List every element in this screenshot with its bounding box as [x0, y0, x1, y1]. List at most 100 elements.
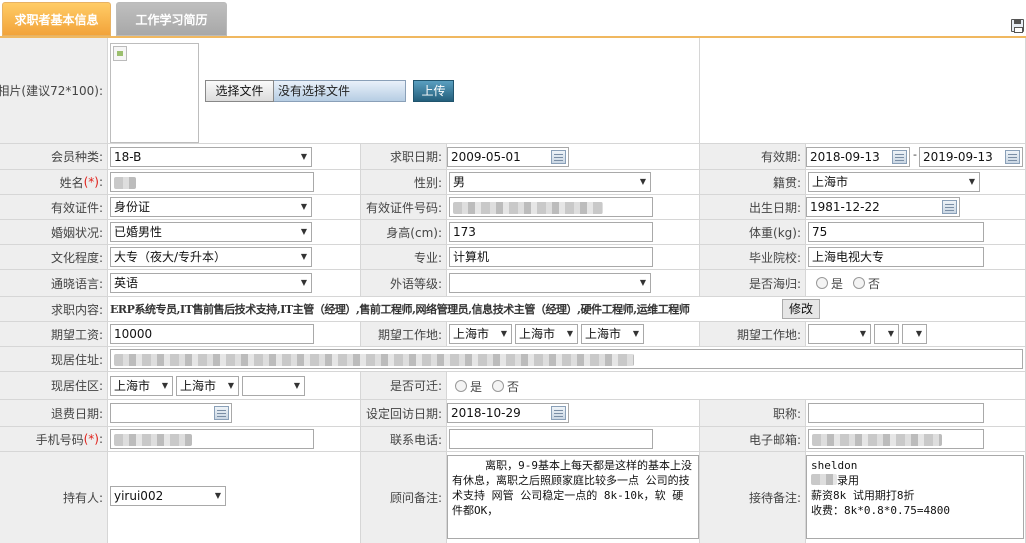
- relocate-yes-label: 是: [470, 379, 483, 394]
- expected-salary-input[interactable]: 10000: [110, 324, 314, 344]
- district-province-select[interactable]: 上海市: [110, 376, 173, 396]
- calendar-icon[interactable]: [551, 150, 566, 164]
- holder-select[interactable]: yirui002: [110, 486, 226, 506]
- calendar-icon[interactable]: [1005, 150, 1020, 164]
- expected-location-district-select[interactable]: 上海市: [581, 324, 644, 344]
- name-input[interactable]: [110, 172, 314, 192]
- weight-input[interactable]: 75: [808, 222, 984, 242]
- redacted-value: [453, 202, 603, 214]
- expected-location-city-select[interactable]: 上海市: [515, 324, 578, 344]
- profile-form: 相片(建议72*100): 选择文件 没有选择文件 上传 会员种类: 18-B …: [0, 36, 1026, 543]
- reception-note-textarea[interactable]: sheldon 录用 薪资8k 试用期打8折 收费：8k*0.8*0.75=48…: [806, 455, 1024, 539]
- value-cell: [108, 427, 361, 452]
- upload-button[interactable]: 上传: [413, 80, 454, 102]
- language-label: 通晓语言:: [50, 276, 103, 291]
- expected-location-2-city-select[interactable]: [874, 324, 899, 344]
- label-cell: 有效证件号码:: [361, 195, 447, 220]
- label-cell: 婚姻状况:: [0, 220, 108, 245]
- email-input[interactable]: [808, 429, 984, 449]
- value-cell: 18-B: [108, 144, 361, 170]
- returnee-no-label: 否: [868, 276, 881, 291]
- job-title-input[interactable]: [808, 403, 984, 423]
- valid-from-input[interactable]: 2018-09-13: [806, 147, 910, 167]
- returnee-yes-radio[interactable]: 是: [816, 274, 843, 292]
- value-cell: 2009-05-01: [447, 144, 700, 170]
- redacted-value: [811, 474, 837, 485]
- district-city-select[interactable]: 上海市: [176, 376, 239, 396]
- birth-date-input[interactable]: 1981-12-22: [806, 197, 960, 217]
- major-input[interactable]: 计算机: [449, 247, 653, 267]
- label-cell: 有效证件:: [0, 195, 108, 220]
- mobile-input[interactable]: [110, 429, 314, 449]
- value-cell: 离职，9-9基本上每天都是这样的基本上没有休息，离职之后照顾家庭比较多一点 公司…: [447, 452, 700, 543]
- label-cell: 是否海归:: [700, 270, 806, 297]
- radio-icon: [492, 380, 504, 392]
- consultant-note-textarea[interactable]: 离职，9-9基本上每天都是这样的基本上没有休息，离职之后照顾家庭比较多一点 公司…: [447, 455, 699, 539]
- value-cell: 2018-09-13 - 2019-09-13: [806, 144, 1026, 170]
- value-cell: [806, 400, 1026, 427]
- education-select[interactable]: 大专（夜大/专升本）: [110, 247, 312, 267]
- label-cell: 电子邮箱:: [700, 427, 806, 452]
- height-label: 身高(cm):: [386, 225, 442, 240]
- id-number-input[interactable]: [449, 197, 653, 217]
- expected-location-province-select[interactable]: 上海市: [449, 324, 512, 344]
- callback-date-input[interactable]: 2018-10-29: [447, 403, 569, 423]
- photo-preview: [110, 43, 199, 143]
- returnee-label: 是否海归:: [748, 276, 801, 291]
- label-cell: 专业:: [361, 245, 447, 270]
- relocate-yes-radio[interactable]: 是: [455, 377, 482, 395]
- value-cell: [806, 322, 1026, 347]
- reception-line-2-text: 录用: [837, 474, 859, 487]
- value-cell: [447, 270, 700, 297]
- no-file-text: 没有选择文件: [274, 80, 406, 102]
- marital-label: 婚姻状况:: [50, 225, 103, 240]
- required-mark: (*): [83, 432, 99, 446]
- value-cell: [108, 347, 1026, 372]
- expected-location-2-district-select[interactable]: [902, 324, 927, 344]
- value-cell: 是 否: [806, 270, 1026, 297]
- photo-cell: 选择文件 没有选择文件 上传: [108, 38, 700, 144]
- id-number-label: 有效证件号码:: [365, 200, 442, 215]
- modify-button[interactable]: 修改: [782, 299, 820, 319]
- marital-select[interactable]: 已婚男性: [110, 222, 312, 242]
- school-input[interactable]: 上海电视大专: [808, 247, 984, 267]
- district-area-select[interactable]: [242, 376, 305, 396]
- value-cell: 计算机: [447, 245, 700, 270]
- tab-bar: 求职者基本信息 工作学习简历: [0, 0, 1026, 36]
- foreign-level-select[interactable]: [449, 273, 651, 293]
- value-cell: 男: [447, 170, 700, 195]
- label-cell: 文化程度:: [0, 245, 108, 270]
- member-type-select[interactable]: 18-B: [110, 147, 312, 167]
- gender-select[interactable]: 男: [449, 172, 651, 192]
- relocate-no-radio[interactable]: 否: [492, 377, 519, 395]
- returnee-no-radio[interactable]: 否: [853, 274, 880, 292]
- tab-basic-info[interactable]: 求职者基本信息: [2, 2, 111, 36]
- phone-input[interactable]: [449, 429, 653, 449]
- expected-location-2-province-select[interactable]: [808, 324, 871, 344]
- tab-work-study-resume[interactable]: 工作学习简历: [116, 2, 227, 36]
- reception-line-1: sheldon: [811, 459, 858, 472]
- choose-file-button[interactable]: 选择文件: [205, 80, 274, 102]
- save-icon[interactable]: [1011, 19, 1024, 33]
- native-place-select[interactable]: 上海市: [808, 172, 980, 192]
- apply-date-input[interactable]: 2009-05-01: [447, 147, 569, 167]
- major-label: 专业:: [413, 250, 442, 265]
- value-cell: 英语: [108, 270, 361, 297]
- language-select[interactable]: 英语: [110, 273, 312, 293]
- calendar-icon[interactable]: [214, 406, 229, 420]
- value-cell: 75: [806, 220, 1026, 245]
- label-cell: 身高(cm):: [361, 220, 447, 245]
- refund-date-input[interactable]: [110, 403, 232, 423]
- birth-date-value: 1981-12-22: [810, 200, 880, 214]
- id-type-select[interactable]: 身份证: [110, 197, 312, 217]
- calendar-icon[interactable]: [551, 406, 566, 420]
- value-cell: [108, 400, 361, 427]
- valid-to-input[interactable]: 2019-09-13: [919, 147, 1023, 167]
- calendar-icon[interactable]: [892, 150, 907, 164]
- label-cell: 通晓语言:: [0, 270, 108, 297]
- current-address-input[interactable]: [110, 349, 1023, 369]
- height-input[interactable]: 173: [449, 222, 653, 242]
- current-district-label: 现居住区:: [50, 379, 103, 393]
- calendar-icon[interactable]: [942, 200, 957, 214]
- value-cell: 173: [447, 220, 700, 245]
